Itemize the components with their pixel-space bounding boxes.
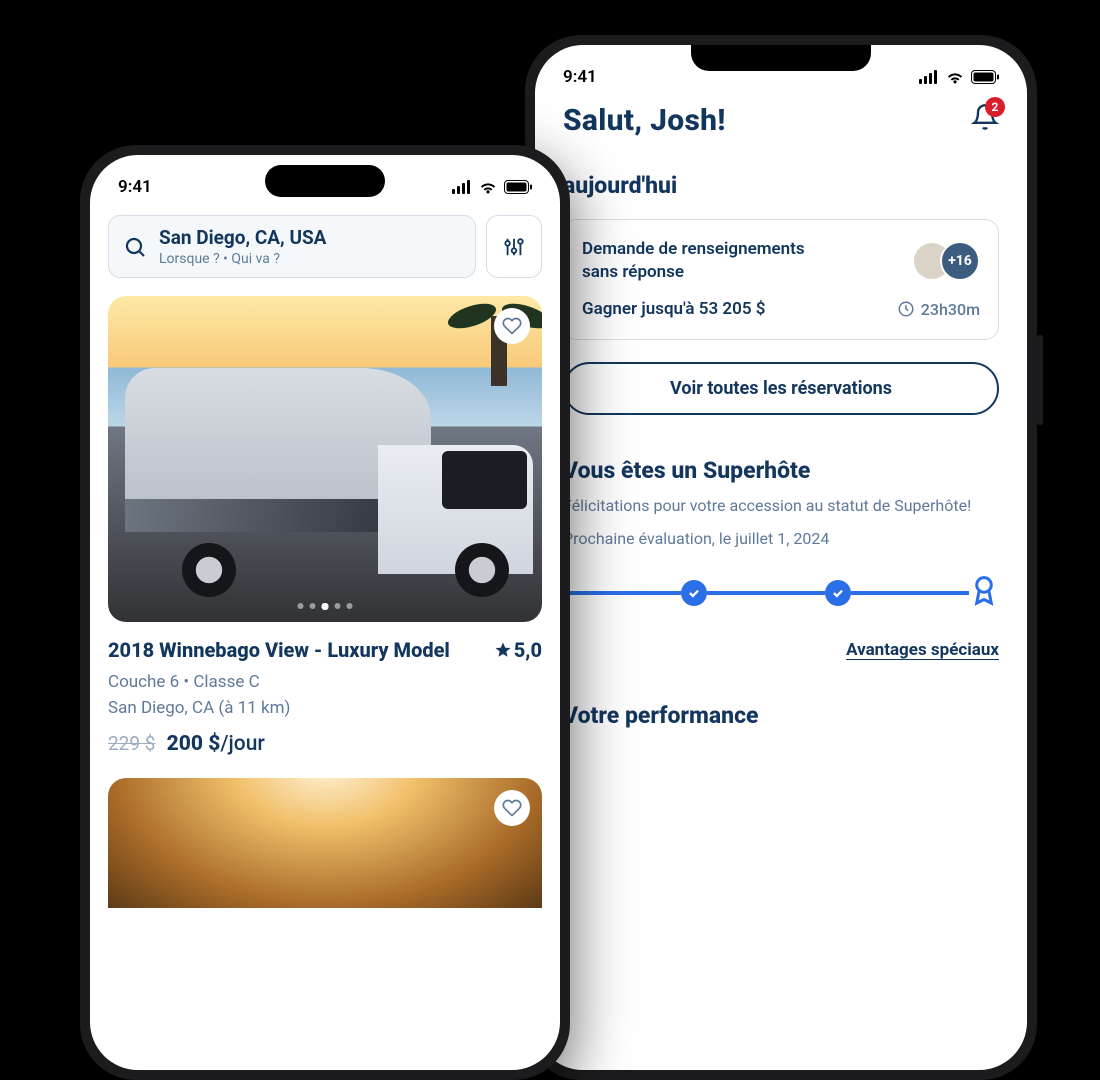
heart-icon	[502, 316, 522, 336]
favorite-button[interactable]	[494, 308, 530, 344]
listing-title: 2018 Winnebago View - Luxury Model	[108, 638, 450, 662]
progress-check-icon	[681, 580, 707, 606]
greeting-heading: Salut, Josh!	[563, 103, 726, 138]
battery-icon	[504, 180, 532, 194]
heart-icon	[502, 798, 522, 818]
rv-illustration	[125, 368, 533, 602]
phone-side-button	[1037, 335, 1043, 425]
carousel-dots	[298, 603, 353, 610]
avatar-more-badge: +16	[940, 241, 980, 281]
phone-dashboard: 9:41 Salut, Josh! 2	[525, 35, 1037, 1080]
benefits-link[interactable]: Avantages spéciaux	[563, 640, 999, 660]
listing-rating: 5,0	[494, 638, 542, 662]
status-time: 9:41	[118, 177, 152, 197]
time-remaining: 23h30m	[897, 300, 980, 319]
search-location: San Diego, CA, USA	[159, 226, 326, 249]
search-field[interactable]: San Diego, CA, USA Lorsque ? • Qui va ?	[108, 215, 476, 278]
listing-meta-location: San Diego, CA (à 11 km)	[108, 698, 542, 718]
inquiry-text: Demande de renseignements sans réponse	[582, 238, 902, 284]
avatar-stack: +16	[912, 241, 980, 281]
filter-button[interactable]	[486, 215, 542, 278]
superhost-progress	[563, 574, 999, 612]
listing-meta-capacity: Couche 6 • Classe C	[108, 672, 542, 692]
sliders-icon	[503, 236, 525, 258]
performance-heading: Votre performance	[563, 702, 999, 729]
wifi-icon	[478, 180, 498, 194]
search-subline: Lorsque ? • Qui va ?	[159, 251, 326, 267]
earn-text: Gagner jusqu'à 53 205 $	[582, 298, 887, 321]
favorite-button[interactable]	[494, 790, 530, 826]
cellular-icon	[452, 180, 472, 194]
phone-listing: 9:41 San Diego, CA, USA Lorsque ? • Qui …	[80, 145, 570, 1080]
search-icon	[123, 235, 147, 259]
battery-icon	[971, 70, 999, 84]
phone-notch	[691, 45, 871, 71]
notifications-button[interactable]: 2	[971, 103, 999, 135]
notification-badge: 2	[985, 97, 1005, 117]
listing-price: 229 $ 200 $/jour	[108, 732, 542, 756]
today-card[interactable]: Demande de renseignements sans réponse +…	[563, 219, 999, 340]
status-time: 9:41	[563, 67, 597, 87]
superhost-line1: Félicitations pour votre accession au st…	[563, 494, 999, 517]
superhost-line2: Prochaine évaluation, le juillet 1, 2024	[563, 527, 999, 550]
phone-dynamic-island	[265, 165, 385, 197]
superhost-heading: Vous êtes un Superhôte	[563, 457, 999, 484]
today-heading: aujourd'hui	[563, 172, 999, 199]
progress-check-icon	[825, 580, 851, 606]
listing-photo[interactable]	[108, 778, 542, 908]
listing-photo[interactable]	[108, 296, 542, 622]
clock-icon	[897, 300, 915, 318]
star-icon	[494, 641, 512, 659]
award-icon	[969, 574, 999, 612]
all-reservations-button[interactable]: Voir toutes les réservations	[563, 362, 999, 415]
cellular-icon	[919, 70, 939, 84]
wifi-icon	[945, 70, 965, 84]
